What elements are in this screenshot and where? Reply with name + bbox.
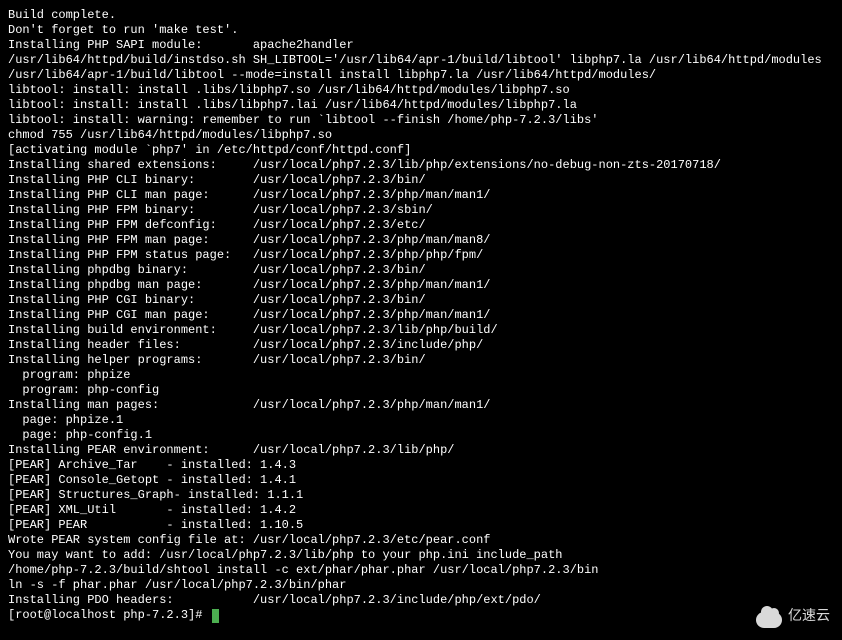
terminal-output[interactable]: Build complete.Don't forget to run 'make… — [8, 8, 834, 608]
cloud-icon — [756, 602, 782, 628]
output-line: Build complete. — [8, 8, 834, 23]
cursor-block — [212, 609, 219, 623]
output-line: Installing man pages: /usr/local/php7.2.… — [8, 398, 834, 413]
output-line: Installing phpdbg binary: /usr/local/php… — [8, 263, 834, 278]
output-line: chmod 755 /usr/lib64/httpd/modules/libph… — [8, 128, 834, 143]
watermark-text: 亿速云 — [788, 608, 830, 623]
output-line: page: phpize.1 — [8, 413, 834, 428]
output-line: Installing PHP CLI binary: /usr/local/ph… — [8, 173, 834, 188]
output-line: Installing build environment: /usr/local… — [8, 323, 834, 338]
output-line: Installing phpdbg man page: /usr/local/p… — [8, 278, 834, 293]
output-line: [PEAR] PEAR - installed: 1.10.5 — [8, 518, 834, 533]
output-line: Installing PEAR environment: /usr/local/… — [8, 443, 834, 458]
output-line: Installing PHP SAPI module: apache2handl… — [8, 38, 834, 53]
output-line: /usr/lib64/httpd/build/instdso.sh SH_LIB… — [8, 53, 834, 68]
output-line: /usr/lib64/apr-1/build/libtool --mode=in… — [8, 68, 834, 83]
output-line: libtool: install: warning: remember to r… — [8, 113, 834, 128]
output-line: Installing PHP FPM status page: /usr/loc… — [8, 248, 834, 263]
output-line: [PEAR] Console_Getopt - installed: 1.4.1 — [8, 473, 834, 488]
output-line: Installing PHP CGI man page: /usr/local/… — [8, 308, 834, 323]
output-line: libtool: install: install .libs/libphp7.… — [8, 83, 834, 98]
output-line: Installing PDO headers: /usr/local/php7.… — [8, 593, 834, 608]
output-line: [PEAR] Archive_Tar - installed: 1.4.3 — [8, 458, 834, 473]
output-line: You may want to add: /usr/local/php7.2.3… — [8, 548, 834, 563]
terminal-prompt-line[interactable]: [root@localhost php-7.2.3]# — [8, 608, 834, 623]
output-line: [PEAR] Structures_Graph- installed: 1.1.… — [8, 488, 834, 503]
output-line: program: phpize — [8, 368, 834, 383]
output-line: [PEAR] XML_Util - installed: 1.4.2 — [8, 503, 834, 518]
output-line: Wrote PEAR system config file at: /usr/l… — [8, 533, 834, 548]
output-line: Installing PHP FPM man page: /usr/local/… — [8, 233, 834, 248]
watermark: 亿速云 — [756, 602, 830, 628]
output-line: Installing PHP CLI man page: /usr/local/… — [8, 188, 834, 203]
output-line: Installing PHP FPM defconfig: /usr/local… — [8, 218, 834, 233]
output-line: Don't forget to run 'make test'. — [8, 23, 834, 38]
output-line: /home/php-7.2.3/build/shtool install -c … — [8, 563, 834, 578]
output-line: libtool: install: install .libs/libphp7.… — [8, 98, 834, 113]
output-line: Installing shared extensions: /usr/local… — [8, 158, 834, 173]
output-line: Installing PHP CGI binary: /usr/local/ph… — [8, 293, 834, 308]
output-line: Installing PHP FPM binary: /usr/local/ph… — [8, 203, 834, 218]
output-line: [activating module `php7' in /etc/httpd/… — [8, 143, 834, 158]
output-line: program: php-config — [8, 383, 834, 398]
output-line: ln -s -f phar.phar /usr/local/php7.2.3/b… — [8, 578, 834, 593]
output-line: Installing helper programs: /usr/local/p… — [8, 353, 834, 368]
output-line: page: php-config.1 — [8, 428, 834, 443]
shell-prompt: [root@localhost php-7.2.3]# — [8, 608, 210, 623]
output-line: Installing header files: /usr/local/php7… — [8, 338, 834, 353]
